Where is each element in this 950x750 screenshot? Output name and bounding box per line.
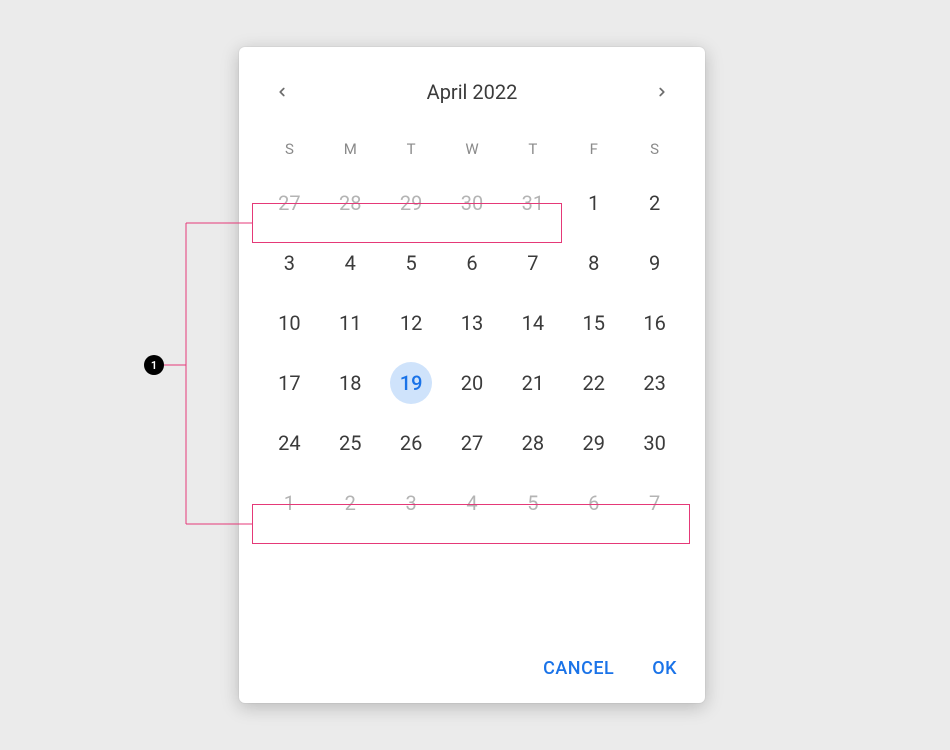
weekday-label: T [381,133,442,165]
weekday-label: S [259,133,320,165]
day-cell[interactable]: 7 [502,233,563,293]
day-cell[interactable]: 15 [563,293,624,353]
day-cell[interactable]: 27 [259,173,320,233]
day-cell[interactable]: 12 [381,293,442,353]
day-cell[interactable]: 22 [563,353,624,413]
day-cell[interactable]: 9 [624,233,685,293]
day-cell[interactable]: 11 [320,293,381,353]
day-cell[interactable]: 8 [563,233,624,293]
day-cell[interactable]: 23 [624,353,685,413]
day-cell[interactable]: 28 [502,413,563,473]
day-cell[interactable]: 2 [320,473,381,533]
day-cell[interactable]: 30 [442,173,503,233]
day-cell[interactable]: 1 [563,173,624,233]
day-cell[interactable]: 13 [442,293,503,353]
date-picker-card: April 2022 SMTWTFS 272829303112345678910… [239,47,705,703]
next-month-button[interactable] [645,75,679,109]
ok-button[interactable]: OK [652,658,677,679]
day-cell[interactable]: 26 [381,413,442,473]
weekday-label: T [502,133,563,165]
annotation-badge: 1 [144,355,164,375]
day-grid: 2728293031123456789101112131415161718192… [259,173,685,533]
day-cell[interactable]: 29 [381,173,442,233]
day-cell[interactable]: 5 [381,233,442,293]
chevron-left-icon [275,85,289,99]
weekday-row: SMTWTFS [259,133,685,165]
weekday-label: W [442,133,503,165]
weekday-label: F [563,133,624,165]
weekday-label: S [624,133,685,165]
day-cell[interactable]: 3 [259,233,320,293]
day-cell[interactable]: 16 [624,293,685,353]
day-cell[interactable]: 29 [563,413,624,473]
weekday-label: M [320,133,381,165]
month-year-label: April 2022 [427,80,518,104]
day-cell[interactable]: 5 [502,473,563,533]
cancel-button[interactable]: CANCEL [543,658,614,679]
day-cell[interactable]: 31 [502,173,563,233]
day-cell[interactable]: 30 [624,413,685,473]
day-cell[interactable]: 21 [502,353,563,413]
day-cell[interactable]: 27 [442,413,503,473]
day-cell[interactable]: 1 [259,473,320,533]
day-cell[interactable]: 4 [442,473,503,533]
day-cell[interactable]: 7 [624,473,685,533]
chevron-right-icon [655,85,669,99]
day-cell[interactable]: 14 [502,293,563,353]
day-cell[interactable]: 17 [259,353,320,413]
day-cell[interactable]: 4 [320,233,381,293]
day-cell[interactable]: 24 [259,413,320,473]
day-cell[interactable]: 28 [320,173,381,233]
day-cell[interactable]: 20 [442,353,503,413]
day-cell[interactable]: 3 [381,473,442,533]
day-cell[interactable]: 18 [320,353,381,413]
day-cell[interactable]: 10 [259,293,320,353]
day-cell[interactable]: 19 [381,353,442,413]
day-cell[interactable]: 6 [442,233,503,293]
calendar-header: April 2022 [259,75,685,119]
prev-month-button[interactable] [265,75,299,109]
dialog-actions: CANCEL OK [543,658,677,679]
day-cell[interactable]: 25 [320,413,381,473]
day-cell[interactable]: 2 [624,173,685,233]
day-cell[interactable]: 6 [563,473,624,533]
